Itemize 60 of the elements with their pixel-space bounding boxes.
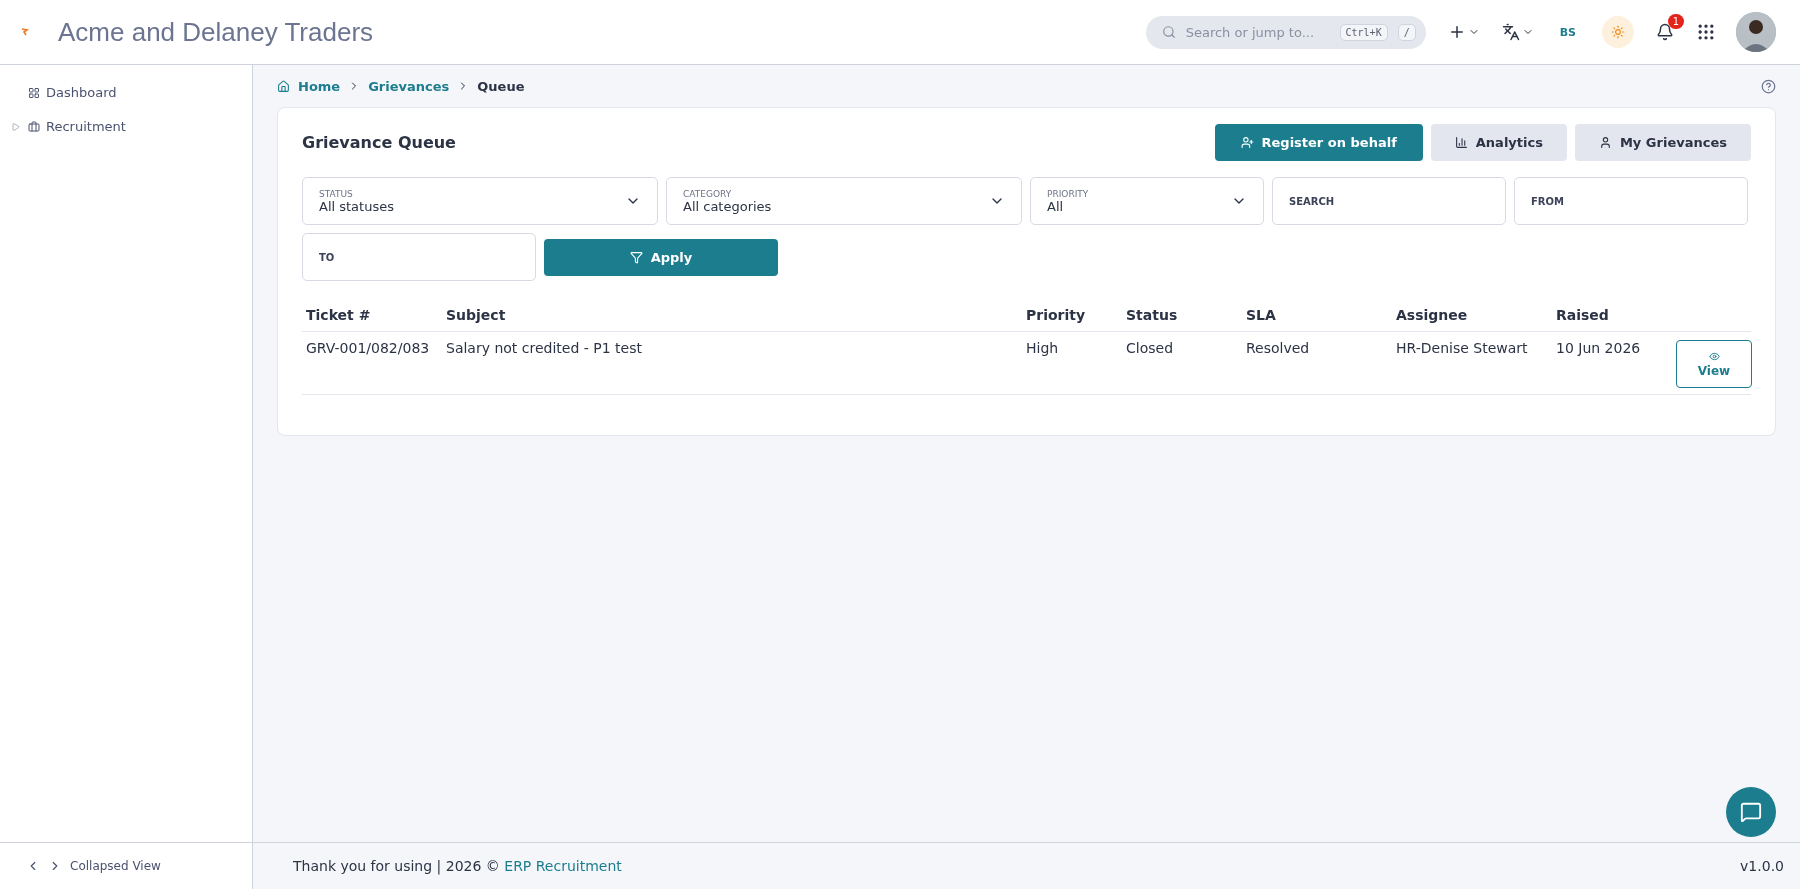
grid-icon xyxy=(28,87,40,99)
search-field[interactable]: Search or jump to... Ctrl+K / xyxy=(1145,15,1426,49)
input-field[interactable]: SEARCH xyxy=(1272,177,1506,225)
column-header: Priority xyxy=(1022,299,1122,332)
column-header: Status xyxy=(1122,299,1242,332)
card-title: Grievance Queue xyxy=(302,133,457,152)
user-initials[interactable]: BS xyxy=(1559,25,1576,39)
eye-icon xyxy=(1708,350,1720,362)
notification-count: 1 xyxy=(1667,14,1684,29)
table-cell: Resolved xyxy=(1242,331,1392,395)
chat-icon xyxy=(1740,801,1762,823)
action-button[interactable]: My Grievances xyxy=(1574,124,1751,161)
column-header: Assignee xyxy=(1392,299,1552,332)
user-plus-icon xyxy=(1240,136,1254,149)
user-icon xyxy=(1598,136,1612,149)
table-cell: GRV-001/082/083 xyxy=(302,331,442,395)
bell-icon[interactable] xyxy=(1656,23,1674,41)
sun-icon xyxy=(1611,25,1625,39)
logo-icon xyxy=(20,27,30,37)
home-icon xyxy=(277,79,290,93)
translate-icon[interactable] xyxy=(1501,23,1520,41)
column-header: SLA xyxy=(1242,299,1392,332)
action-button[interactable]: Analytics xyxy=(1430,124,1567,161)
table-cell: High xyxy=(1022,331,1122,395)
select-field[interactable]: PRIORITY All xyxy=(1030,177,1264,225)
input-field[interactable]: TO xyxy=(302,233,536,281)
table-cell: HR-Denise Stewart xyxy=(1392,331,1552,395)
apps-grid-icon[interactable] xyxy=(1696,22,1716,42)
version-label: v1.0.0 xyxy=(1740,858,1784,874)
briefcase-icon xyxy=(28,121,40,133)
bar-chart-icon xyxy=(1454,136,1468,149)
chat-button[interactable] xyxy=(1726,787,1776,837)
filter-icon xyxy=(629,250,643,264)
company-name: Acme and Delaney Traders xyxy=(58,16,375,48)
breadcrumb-link[interactable]: Home xyxy=(298,78,341,94)
view-button[interactable]: View xyxy=(1676,340,1752,388)
collapsed-view-label[interactable]: Collapsed View xyxy=(70,859,161,873)
input-field[interactable]: FROM xyxy=(1514,177,1748,225)
action-button[interactable]: Register on behalf xyxy=(1214,124,1423,161)
apply-button[interactable]: Apply xyxy=(544,238,778,276)
sidebar-item[interactable]: Recruitment xyxy=(46,119,126,135)
help-icon[interactable] xyxy=(1761,78,1776,94)
table-cell: 10 Jun 2026 xyxy=(1552,331,1672,395)
sidebar-item[interactable]: Dashboard xyxy=(46,85,117,101)
column-header: Subject xyxy=(442,299,1022,332)
theme-toggle-button[interactable] xyxy=(1602,16,1634,48)
table-cell: Salary not credited - P1 test xyxy=(442,331,1022,395)
shortcut-key: / xyxy=(1397,23,1416,41)
table-cell: Closed xyxy=(1122,331,1242,395)
breadcrumb-link[interactable]: Grievances xyxy=(368,78,450,94)
footer-text: Thank you for using | 2026 © ERP Recruitment xyxy=(293,858,623,874)
footer-link[interactable]: ERP Recruitment xyxy=(504,858,622,874)
select-field[interactable]: CATEGORY All categories xyxy=(666,177,1022,225)
select-field[interactable]: STATUS All statuses xyxy=(302,177,658,225)
column-header: Ticket # xyxy=(302,299,442,332)
breadcrumb-link[interactable]: Queue xyxy=(477,78,525,94)
search-icon xyxy=(1161,25,1176,39)
shortcut-key: Ctrl+K xyxy=(1339,23,1388,41)
column-header: Raised xyxy=(1552,299,1672,332)
avatar[interactable] xyxy=(1736,12,1776,52)
